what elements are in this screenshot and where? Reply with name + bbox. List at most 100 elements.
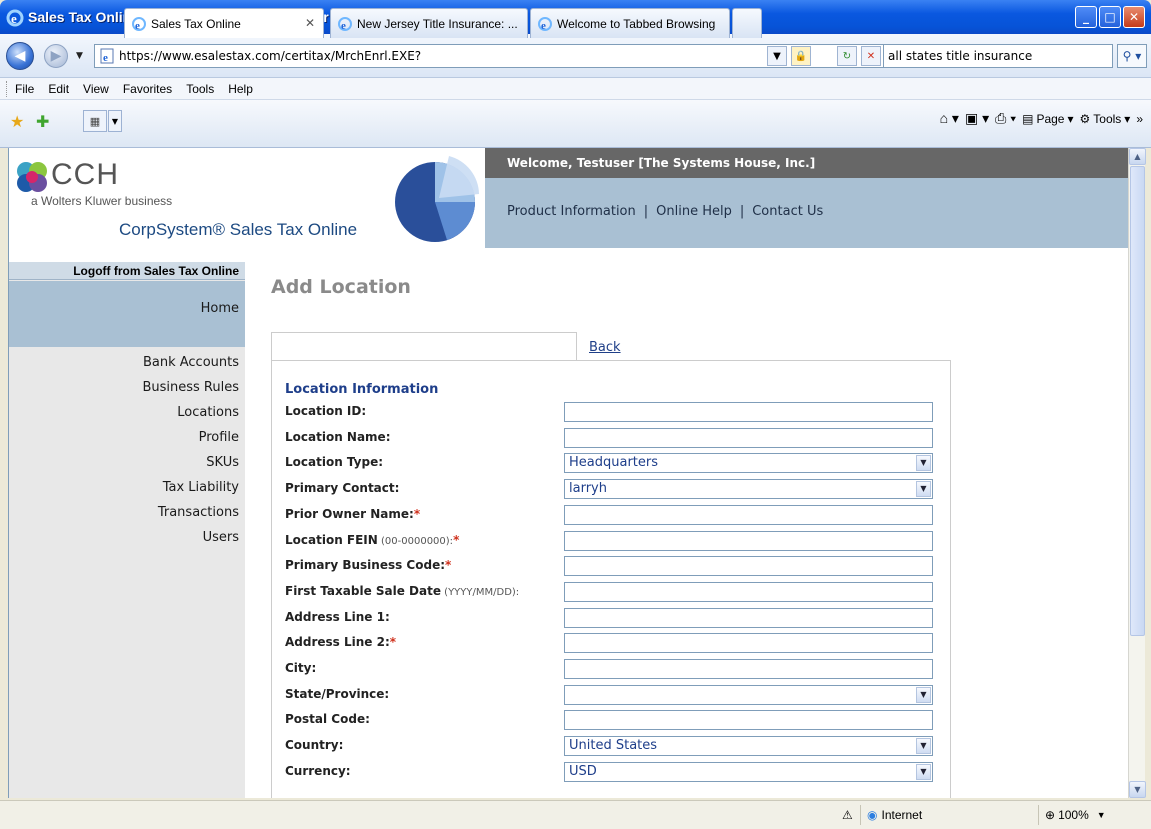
field-value: United States (569, 738, 658, 754)
field-label-text: Location FEIN (285, 532, 378, 547)
contact-us-link[interactable]: Contact Us (752, 204, 823, 219)
sidebar-item-tax-liability[interactable]: Tax Liability (9, 475, 245, 500)
tab-welcome-tabbed-browsing[interactable]: e Welcome to Tabbed Browsing (530, 8, 730, 38)
address-line-2-input[interactable] (564, 633, 933, 654)
menu-file[interactable]: File (15, 82, 34, 96)
menu-edit[interactable]: Edit (48, 82, 69, 96)
menu-favorites[interactable]: Favorites (123, 82, 172, 96)
online-help-link[interactable]: Online Help (656, 204, 732, 219)
location-name-input[interactable] (564, 427, 933, 448)
new-tab-button[interactable] (732, 8, 762, 38)
sidebar-item-transactions[interactable]: Transactions (9, 500, 245, 525)
minimize-button[interactable]: _ (1075, 6, 1097, 28)
required-marker: * (445, 558, 452, 573)
sidebar-item-business-rules[interactable]: Business Rules (9, 375, 245, 400)
chevron-down-icon[interactable]: ▼ (916, 481, 931, 498)
field-label: Primary Contact: (285, 481, 399, 495)
chevron-down-icon[interactable]: ▼ (916, 738, 931, 755)
product-information-link[interactable]: Product Information (507, 204, 636, 219)
favorites-center-icon[interactable]: ★ (10, 112, 24, 131)
maximize-button[interactable]: □ (1099, 6, 1121, 28)
tab-nj-title-insurance[interactable]: e New Jersey Title Insurance: ... (330, 8, 528, 38)
globe-icon: ◉ (867, 808, 878, 822)
back-link[interactable]: Back (589, 340, 621, 355)
svg-text:e: e (11, 11, 17, 26)
ie-page-icon: e (132, 16, 146, 32)
sidebar-item-bank-accounts[interactable]: Bank Accounts (9, 350, 245, 375)
field-label: First Taxable Sale Date (YYYY/MM/DD): (285, 584, 519, 598)
zoom-control[interactable]: ⊕ 100% ▼ (1038, 805, 1148, 825)
close-tab-icon[interactable]: ✕ (305, 16, 315, 30)
scroll-down-arrow[interactable]: ▼ (1129, 781, 1146, 798)
field-label: Primary Business Code:* (285, 558, 451, 572)
print-icon[interactable]: ⎙ ▾ (995, 110, 1016, 127)
address-toolbar: ◀ ▶ ▼ e https://www.esalestax.com/certit… (0, 34, 1151, 78)
state-province-select[interactable]: ▼ (564, 684, 933, 705)
stop-icon[interactable]: ✕ (861, 46, 881, 66)
location-type-select[interactable]: Headquarters ▼ (564, 453, 933, 474)
svg-text:e: e (341, 20, 346, 32)
chevron-down-icon[interactable]: ▼ (916, 455, 931, 472)
window-frame-left (0, 148, 8, 800)
sidebar-item-users[interactable]: Users (9, 525, 245, 550)
field-label-text: Currency: (285, 763, 351, 778)
link-separator: | (739, 204, 745, 219)
sidebar-item-skus[interactable]: SKUs (9, 450, 245, 475)
recent-pages-dropdown[interactable]: ▼ (76, 51, 83, 61)
vertical-scrollbar[interactable]: ▲ ▼ (1128, 148, 1146, 798)
sidebar-item-locations[interactable]: Locations (9, 400, 245, 425)
forward-nav-button[interactable]: ▶ (44, 44, 68, 68)
sidebar-item-profile[interactable]: Profile (9, 425, 245, 450)
location-id-input[interactable] (564, 402, 933, 422)
menu-tools[interactable]: Tools (186, 82, 214, 96)
logoff-link[interactable]: Logoff from Sales Tax Online (9, 262, 245, 280)
menu-view[interactable]: View (83, 82, 109, 96)
scroll-thumb[interactable] (1130, 166, 1145, 636)
feeds-icon[interactable]: ▣ ▾ (965, 110, 989, 127)
scroll-up-arrow[interactable]: ▲ (1129, 148, 1146, 165)
first-taxable-sale-date-input[interactable] (564, 581, 933, 602)
chevron-more-icon[interactable]: » (1136, 112, 1143, 126)
country-select[interactable]: United States ▼ (564, 736, 933, 757)
field-label: Location Type: (285, 455, 383, 469)
page-menu[interactable]: ▤ Page ▾ (1022, 112, 1073, 126)
required-marker: * (453, 532, 460, 547)
refresh-icon[interactable]: ↻ (837, 46, 857, 66)
form-row: Postal Code: (285, 708, 945, 732)
location-fein-input[interactable] (564, 530, 933, 551)
search-input[interactable]: all states title insurance (883, 44, 1113, 68)
back-nav-button[interactable]: ◀ (6, 42, 34, 70)
tab-sales-tax-online[interactable]: e Sales Tax Online ✕ (124, 8, 324, 38)
postal-code-input[interactable] (564, 710, 933, 731)
address-dropdown[interactable]: ▼ (767, 46, 787, 66)
svg-text:e: e (135, 20, 140, 32)
required-marker: * (413, 506, 421, 521)
zoom-dropdown-icon: ▼ (1096, 810, 1106, 820)
home-icon[interactable]: ⌂ ▾ (940, 110, 959, 127)
add-favorite-icon[interactable]: ✚ (36, 112, 49, 131)
close-window-button[interactable]: ✕ (1123, 6, 1145, 28)
currency-select[interactable]: USD ▼ (564, 761, 933, 782)
protected-mode-icon[interactable]: ⚠ (836, 805, 856, 825)
primary-contact-select[interactable]: larryh ▼ (564, 479, 933, 500)
cch-logo-icon (17, 162, 47, 192)
address-bar[interactable]: e https://www.esalestax.com/certitax/Mrc… (94, 44, 884, 68)
city-input[interactable] (564, 659, 933, 679)
chevron-down-icon[interactable]: ▼ (916, 763, 931, 780)
field-label: Country: (285, 738, 343, 752)
primary-business-code-input[interactable] (564, 556, 933, 577)
search-icon[interactable]: ⚲ ▾ (1117, 44, 1147, 68)
tools-menu[interactable]: ⚙ Tools ▾ (1080, 112, 1131, 126)
field-value: USD (569, 763, 597, 779)
tab-list-dropdown[interactable]: ▼ (108, 110, 122, 132)
prior-owner-name-input[interactable] (564, 504, 933, 525)
field-label-text: Location Name: (285, 429, 391, 444)
address-line-1-input[interactable] (564, 607, 933, 628)
field-label-text: Prior Owner Name: (285, 506, 414, 521)
sidebar: Logoff from Sales Tax Online Home Bank A… (9, 262, 245, 798)
lock-icon[interactable]: 🔒 (791, 46, 811, 66)
chevron-down-icon[interactable]: ▼ (916, 686, 931, 703)
sidebar-item-home[interactable]: Home (9, 281, 245, 347)
quick-tabs-icon[interactable]: ▦ (83, 110, 107, 132)
menu-help[interactable]: Help (228, 82, 253, 96)
